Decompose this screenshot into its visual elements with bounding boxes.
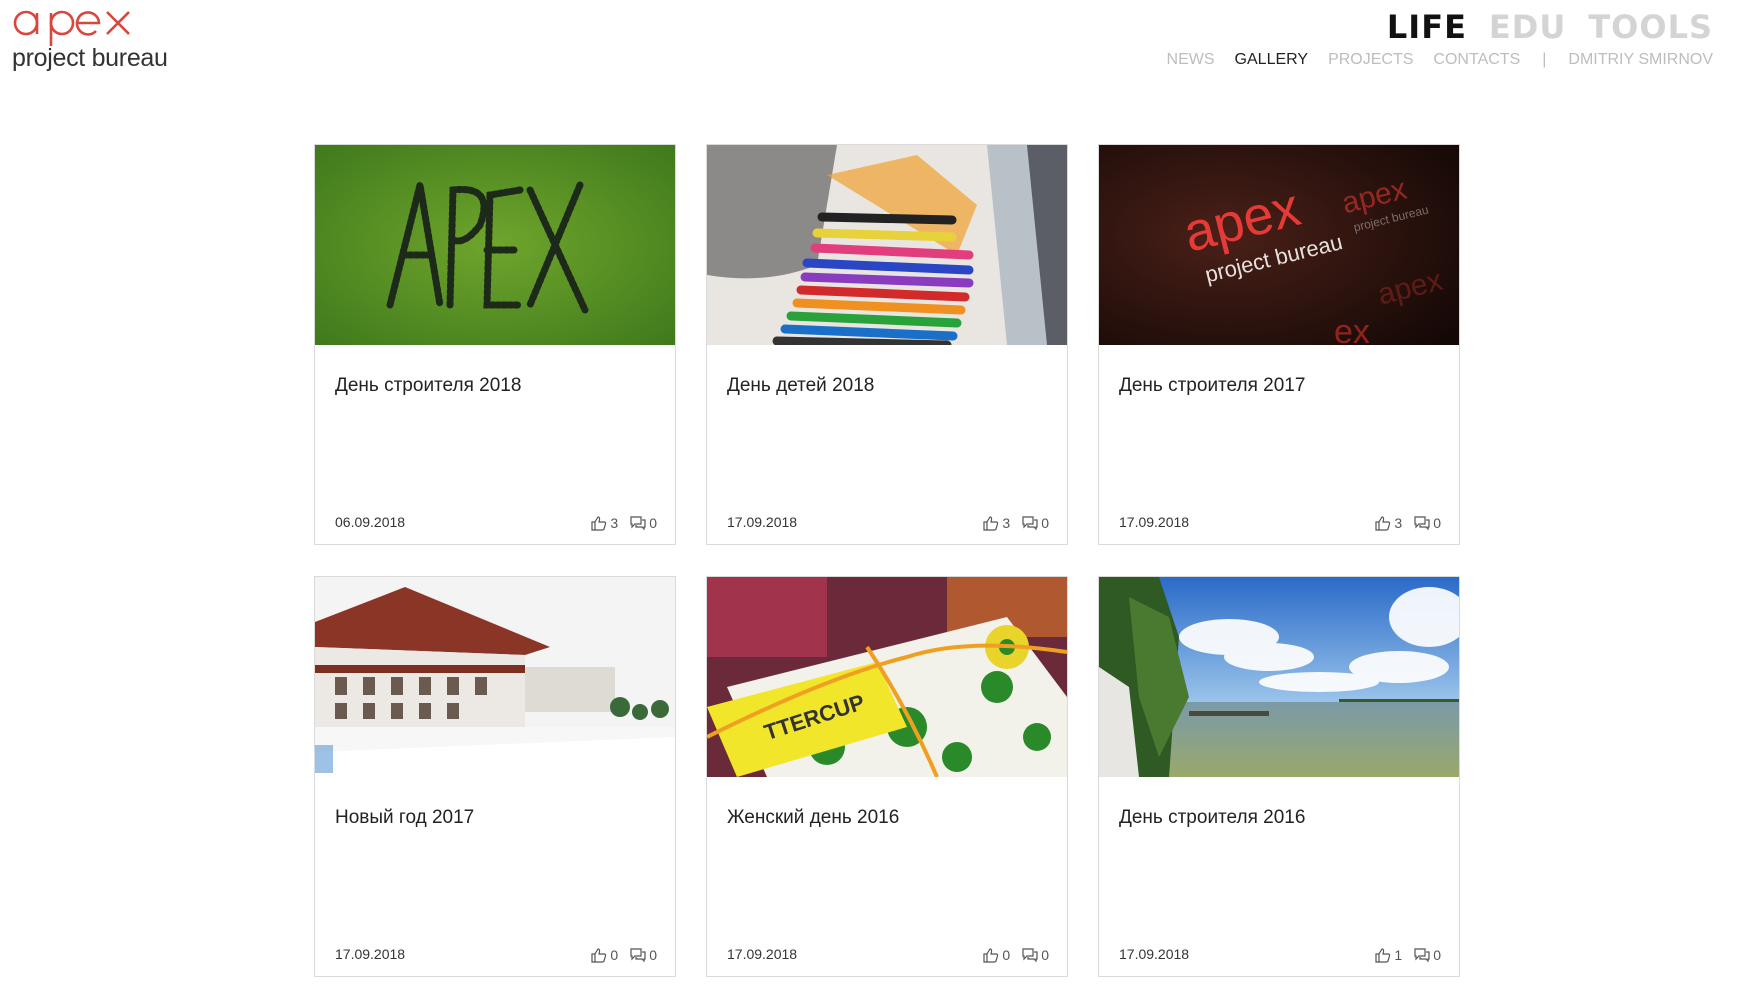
gallery-card[interactable]: День строителя 2018 06.09.2018 3 0 (314, 144, 676, 545)
comments-icon (1414, 516, 1430, 530)
section-nav: LIFE EDU TOOLS (1387, 8, 1713, 46)
card-thumbnail[interactable]: apex project bureau apex project bureau … (1099, 145, 1459, 345)
logo-mark (13, 10, 130, 46)
comment-count-value: 0 (1433, 947, 1441, 963)
nav-gallery[interactable]: GALLERY (1235, 51, 1309, 69)
card-thumbnail[interactable] (315, 145, 675, 345)
comment-count-value: 0 (649, 515, 657, 531)
logo[interactable]: project bureau (12, 6, 172, 73)
comment-count-value: 0 (1041, 515, 1049, 531)
comment-count[interactable]: 0 (630, 515, 657, 531)
gallery-card[interactable]: TTERCUP Женский день 2016 17.09.2018 0 0 (706, 576, 1068, 977)
comments-icon (1022, 516, 1038, 530)
comment-count[interactable]: 0 (1022, 947, 1049, 963)
section-life[interactable]: LIFE (1387, 8, 1467, 46)
comments-icon (1414, 948, 1430, 962)
card-thumbnail[interactable]: TTERCUP (707, 577, 1067, 777)
card-title[interactable]: День строителя 2016 (1119, 807, 1305, 829)
header: project bureau LIFE EDU TOOLS NEWS GALLE… (0, 0, 1739, 120)
card-title[interactable]: День строителя 2018 (335, 375, 521, 397)
gallery-card[interactable]: День строителя 2016 17.09.2018 1 0 (1098, 576, 1460, 977)
card-title[interactable]: Новый год 2017 (335, 807, 474, 829)
like-count-value: 0 (1002, 947, 1011, 963)
thumbs-up-icon (1375, 947, 1391, 963)
comments-icon (630, 516, 646, 530)
card-stats: 3 0 (983, 515, 1049, 531)
card-date: 17.09.2018 (727, 946, 798, 962)
comments-icon (1022, 948, 1038, 962)
gallery-card[interactable]: apex project bureau apex project bureau … (1098, 144, 1460, 545)
comment-count[interactable]: 0 (630, 947, 657, 963)
sub-nav: NEWS GALLERY PROJECTS CONTACTS | DMITRIY… (1167, 51, 1713, 69)
section-edu[interactable]: EDU (1489, 8, 1566, 46)
nav-projects[interactable]: PROJECTS (1328, 51, 1413, 69)
thumbs-up-icon (591, 947, 607, 963)
logo-subtitle: project bureau (12, 44, 168, 72)
like-count-value: 3 (610, 515, 619, 531)
comment-count-value: 0 (1433, 515, 1441, 531)
card-stats: 3 0 (1375, 515, 1441, 531)
card-date: 17.09.2018 (335, 946, 406, 962)
like-count[interactable]: 3 (1375, 515, 1402, 531)
comment-count-value: 0 (649, 947, 657, 963)
like-count[interactable]: 0 (983, 947, 1010, 963)
like-count[interactable]: 3 (591, 515, 618, 531)
card-date: 17.09.2018 (1119, 946, 1190, 962)
like-count-value: 0 (610, 947, 619, 963)
nav-news[interactable]: NEWS (1167, 51, 1215, 69)
section-tools[interactable]: TOOLS (1588, 8, 1713, 46)
like-count-value: 3 (1002, 515, 1011, 531)
card-stats: 0 0 (591, 947, 657, 963)
gallery-card[interactable]: Новый год 2017 17.09.2018 0 0 (314, 576, 676, 977)
user-profile-link[interactable]: DMITRIY SMIRNOV (1568, 51, 1713, 69)
svg-text:ex: ex (1334, 313, 1370, 345)
card-thumbnail[interactable] (707, 145, 1067, 345)
card-stats: 3 0 (591, 515, 657, 531)
thumbs-up-icon (1375, 515, 1391, 531)
card-date: 06.09.2018 (335, 514, 406, 530)
thumbs-up-icon (983, 947, 999, 963)
comment-count[interactable]: 0 (1414, 947, 1441, 963)
nav-contacts[interactable]: CONTACTS (1433, 51, 1520, 69)
card-thumbnail[interactable] (1099, 577, 1459, 777)
gallery-grid: День строителя 2018 06.09.2018 3 0 День … (314, 144, 1460, 977)
nav-separator: | (1542, 51, 1547, 68)
like-count[interactable]: 1 (1375, 947, 1402, 963)
comment-count[interactable]: 0 (1414, 515, 1441, 531)
like-count[interactable]: 3 (983, 515, 1010, 531)
thumbs-up-icon (591, 515, 607, 531)
card-stats: 0 0 (983, 947, 1049, 963)
comment-count[interactable]: 0 (1022, 515, 1049, 531)
like-count[interactable]: 0 (591, 947, 618, 963)
comment-count-value: 0 (1041, 947, 1049, 963)
like-count-value: 1 (1394, 947, 1403, 963)
card-date: 17.09.2018 (727, 514, 798, 530)
comments-icon (630, 948, 646, 962)
card-stats: 1 0 (1375, 947, 1441, 963)
card-date: 17.09.2018 (1119, 514, 1190, 530)
card-title[interactable]: День строителя 2017 (1119, 375, 1305, 397)
card-thumbnail[interactable] (315, 577, 675, 777)
card-title[interactable]: Женский день 2016 (727, 807, 899, 829)
like-count-value: 3 (1394, 515, 1403, 531)
card-title[interactable]: День детей 2018 (727, 375, 874, 397)
thumbs-up-icon (983, 515, 999, 531)
gallery-card[interactable]: День детей 2018 17.09.2018 3 0 (706, 144, 1068, 545)
